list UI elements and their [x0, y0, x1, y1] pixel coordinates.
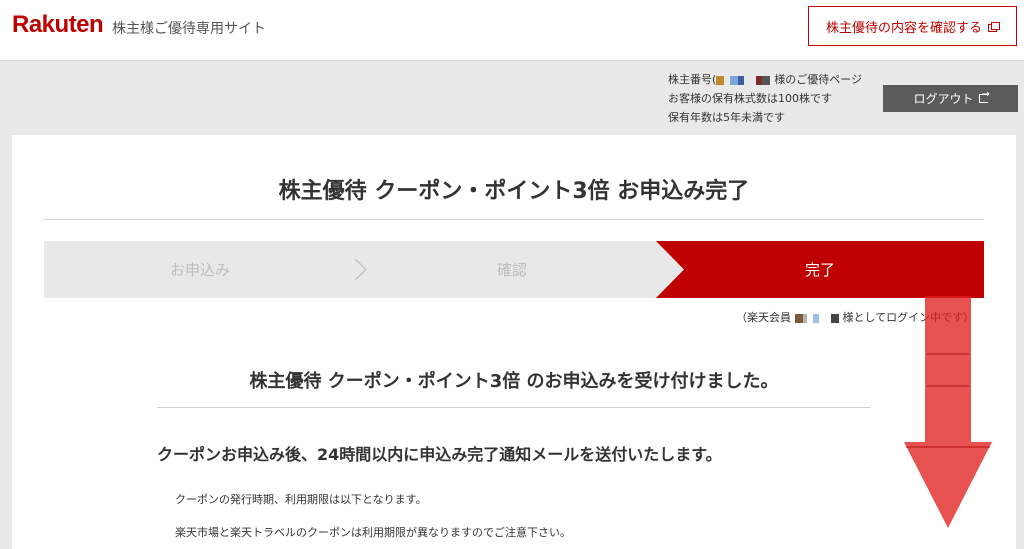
external-link-icon [988, 21, 1000, 32]
logout-button[interactable]: ログアウト [883, 85, 1018, 112]
confirm-benefits-label: 株主優待の内容を確認する [825, 20, 982, 36]
redacted-shareholder-number [716, 75, 775, 85]
confirm-benefits-button[interactable]: 株主優待の内容を確認する [808, 6, 1017, 46]
email-notice-heading: クーポンお申込み後、24時間以内に申込み完了通知メールを送付いたします。 [157, 445, 722, 464]
page-title: 株主優待 クーポン・ポイント3倍 お申込み完了 [278, 179, 750, 204]
shareholder-number-line: 株主番号(様のご優待ページ [668, 73, 863, 86]
logout-label: ログアウト [913, 92, 974, 106]
step-complete: 完了 [656, 241, 984, 298]
step-confirm: 確認 [496, 261, 527, 279]
logout-icon [978, 89, 990, 103]
shares-held-line: お客様の保有株式数は100株です [668, 92, 832, 105]
paragraph-issue-period: クーポンの発行時期、利用期限は以下となります。 [175, 493, 427, 506]
main-card: 株主優待 クーポン・ポイント3倍 お申込み完了 お申込み 確認 完了 （楽天会員… [12, 135, 1016, 549]
site-header: Rakuten 株主様ご優待専用サイト 株主優待の内容を確認する [0, 0, 1024, 61]
years-held-line: 保有年数は5年未満です [668, 111, 785, 124]
account-info: 株主番号(様のご優待ページ お客様の保有株式数は100株です 保有年数は5年未満… [668, 70, 862, 127]
received-heading: 株主優待 クーポン・ポイント3倍 のお申込みを受け付けました。 [249, 371, 779, 392]
received-divider [157, 407, 871, 408]
rakuten-logo[interactable]: Rakuten [12, 11, 104, 39]
paragraph-validity-note: 楽天市場と楽天トラベルのクーポンは利用期限が異なりますのでご注意下さい。 [175, 526, 571, 539]
progress-steps: お申込み 確認 完了 [44, 241, 984, 298]
step-apply: お申込み [169, 261, 230, 279]
down-arrow-annotation-icon [904, 296, 992, 528]
redacted-member-name [794, 313, 843, 323]
title-divider [44, 219, 984, 220]
site-name: 株主様ご優待専用サイト [112, 21, 266, 37]
